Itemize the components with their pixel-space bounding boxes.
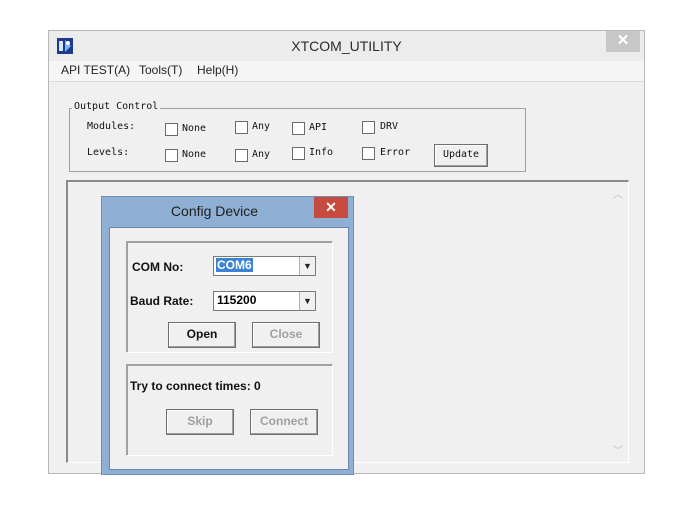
connect-status-text: Try to connect times: 0 [130,379,261,393]
levels-none-label: None [182,149,207,160]
update-button[interactable]: Update [434,144,488,167]
modules-label: Modules: [87,121,136,132]
baud-rate-label: Baud Rate: [130,294,194,308]
menu-tools[interactable]: Tools(T) [139,63,182,77]
output-control-label: Output Control [72,101,161,112]
dialog-title: Config Device [170,203,259,219]
window-title: XTCOM_UTILITY [291,38,402,54]
modules-api-label: API [309,122,328,133]
levels-none-checkbox[interactable] [165,149,178,162]
modules-none-checkbox[interactable] [165,123,178,136]
levels-any-label: Any [252,149,271,160]
menu-bar: API TEST(A) Tools(T) Help(H) [49,61,644,82]
modules-any-checkbox[interactable] [235,121,248,134]
close-port-button[interactable]: Close [252,322,320,348]
dialog-body: COM No: COM6 ▼ Baud Rate: 115200 ▼ Open … [109,227,349,470]
skip-button[interactable]: Skip [166,409,234,435]
title-bar: XTCOM_UTILITY ✕ [49,31,644,61]
baud-rate-value: 115200 [217,293,257,307]
levels-label: Levels: [87,147,130,158]
scroll-up-icon[interactable]: ︿ [613,186,623,201]
com-no-label: COM No: [132,260,184,274]
modules-none-label: None [182,123,207,134]
com-no-value: COM6 [216,258,253,272]
config-device-dialog: Config Device ✕ COM No: COM6 ▼ Baud Rate… [101,196,354,475]
scroll-down-icon[interactable]: ﹀ [613,442,623,457]
baud-rate-select[interactable]: 115200 ▼ [213,291,316,311]
modules-api-checkbox[interactable] [292,122,305,135]
levels-error-checkbox[interactable] [362,147,375,160]
modules-drv-label: DRV [380,121,399,132]
levels-any-checkbox[interactable] [235,149,248,162]
connect-button[interactable]: Connect [250,409,318,435]
com-no-select[interactable]: COM6 ▼ [213,256,316,276]
open-button[interactable]: Open [168,322,236,348]
menu-api-test[interactable]: API TEST(A) [61,63,130,77]
dialog-close-button[interactable]: ✕ [314,197,348,218]
levels-error-label: Error [380,147,411,158]
chevron-down-icon[interactable]: ▼ [299,292,315,310]
close-window-button[interactable]: ✕ [606,31,640,52]
modules-drv-checkbox[interactable] [362,121,375,134]
modules-any-label: Any [252,121,271,132]
chevron-down-icon[interactable]: ▼ [299,257,315,275]
menu-help[interactable]: Help(H) [197,63,238,77]
levels-info-label: Info [309,147,334,158]
levels-info-checkbox[interactable] [292,147,305,160]
